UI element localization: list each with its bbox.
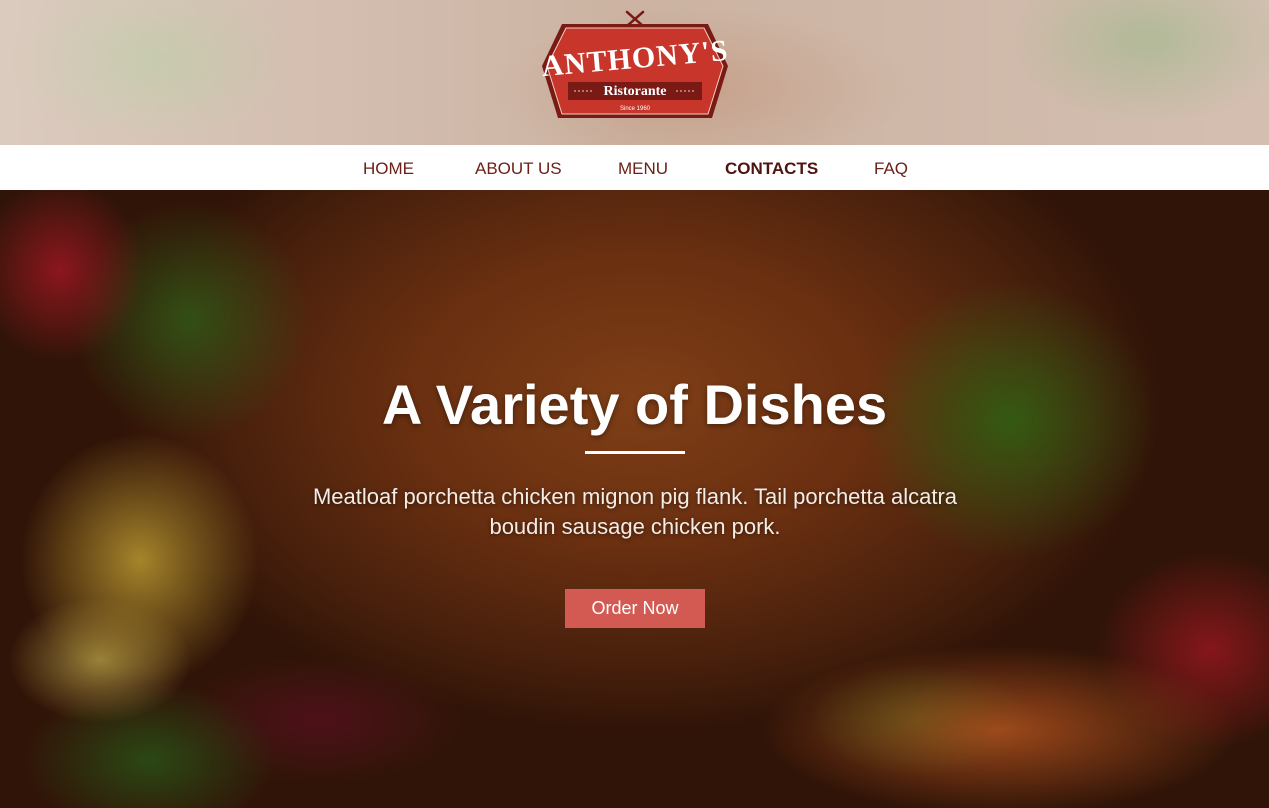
nav-item-faq[interactable]: FAQ <box>874 145 908 190</box>
hero-description: Meatloaf porchetta chicken mignon pig fl… <box>312 484 958 539</box>
nav-item-home[interactable]: HOME <box>363 145 414 190</box>
landing-page: ANTHONY'S Ristorante Since 1960 HOME ABO… <box>0 0 1269 808</box>
brand-since: Since 1960 <box>619 106 651 112</box>
header-band: ANTHONY'S Ristorante Since 1960 <box>0 0 1269 145</box>
main-navigation: HOME ABOUT US MENU CONTACTS FAQ <box>0 145 1269 190</box>
nav-item-contacts[interactable]: CONTACTS <box>725 145 818 190</box>
hero-divider <box>585 451 685 454</box>
nav-item-menu[interactable]: MENU <box>618 145 668 190</box>
nav-item-about-us[interactable]: ABOUT US <box>475 145 562 190</box>
brand-logo[interactable]: ANTHONY'S Ristorante Since 1960 <box>540 10 730 132</box>
order-now-button[interactable]: Order Now <box>565 589 705 628</box>
hero-title: A Variety of Dishes <box>381 373 888 436</box>
brand-tagline: Ristorante <box>603 84 667 99</box>
